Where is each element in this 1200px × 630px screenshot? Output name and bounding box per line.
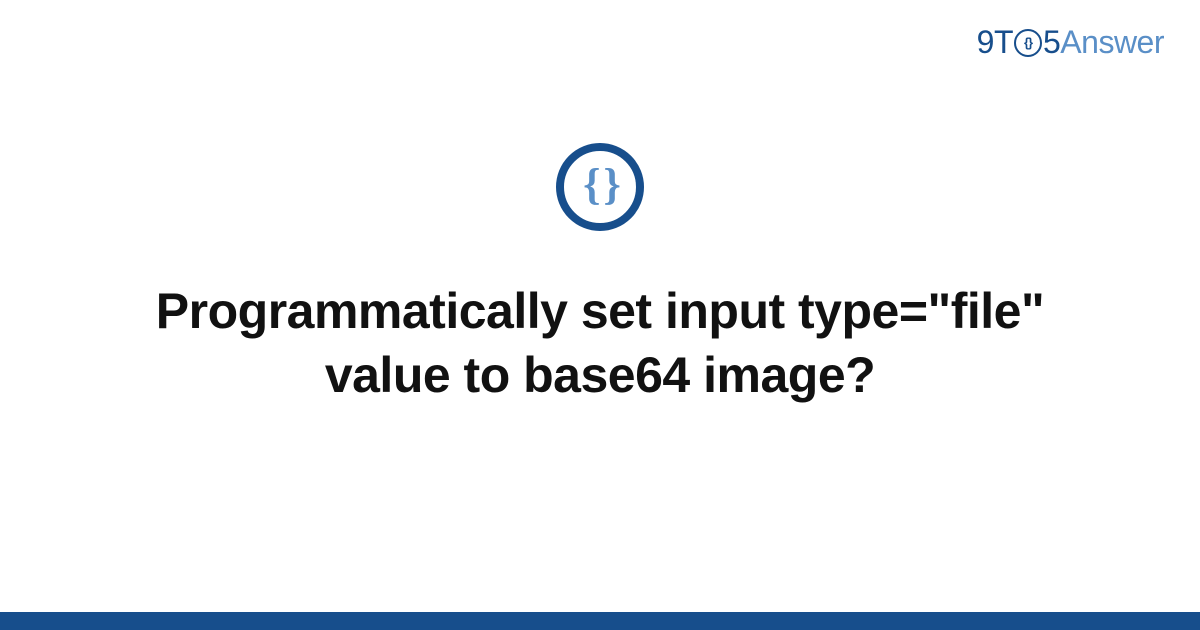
topic-icon-wrap: { } [556, 143, 644, 231]
question-title: Programmatically set input type="file" v… [100, 279, 1100, 407]
code-braces-icon: { } [556, 143, 644, 231]
footer-accent-bar [0, 612, 1200, 630]
main-content: { } Programmatically set input type="fil… [0, 0, 1200, 630]
